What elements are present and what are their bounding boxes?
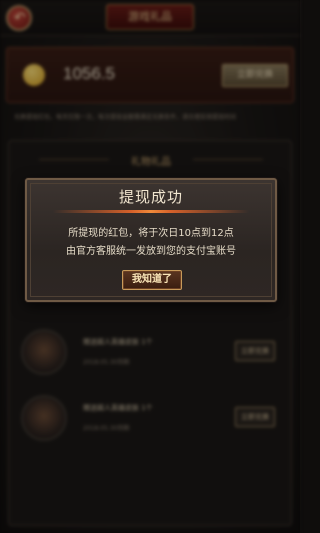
title-divider [53, 210, 249, 213]
got-it-button[interactable]: 我知道了 [122, 270, 182, 290]
dialog-message-line-2: 由官方客服统一发放到您的支付宝账号 [66, 246, 236, 257]
dialog-title: 提现成功 [118, 188, 183, 206]
dialog-message-line-1: 所提现的红包，将于次日10点到12点 [68, 228, 234, 239]
withdraw-success-dialog: 提现成功 所提现的红包，将于次日10点到12点 由官方客服统一发放到您的支付宝账… [25, 178, 277, 302]
